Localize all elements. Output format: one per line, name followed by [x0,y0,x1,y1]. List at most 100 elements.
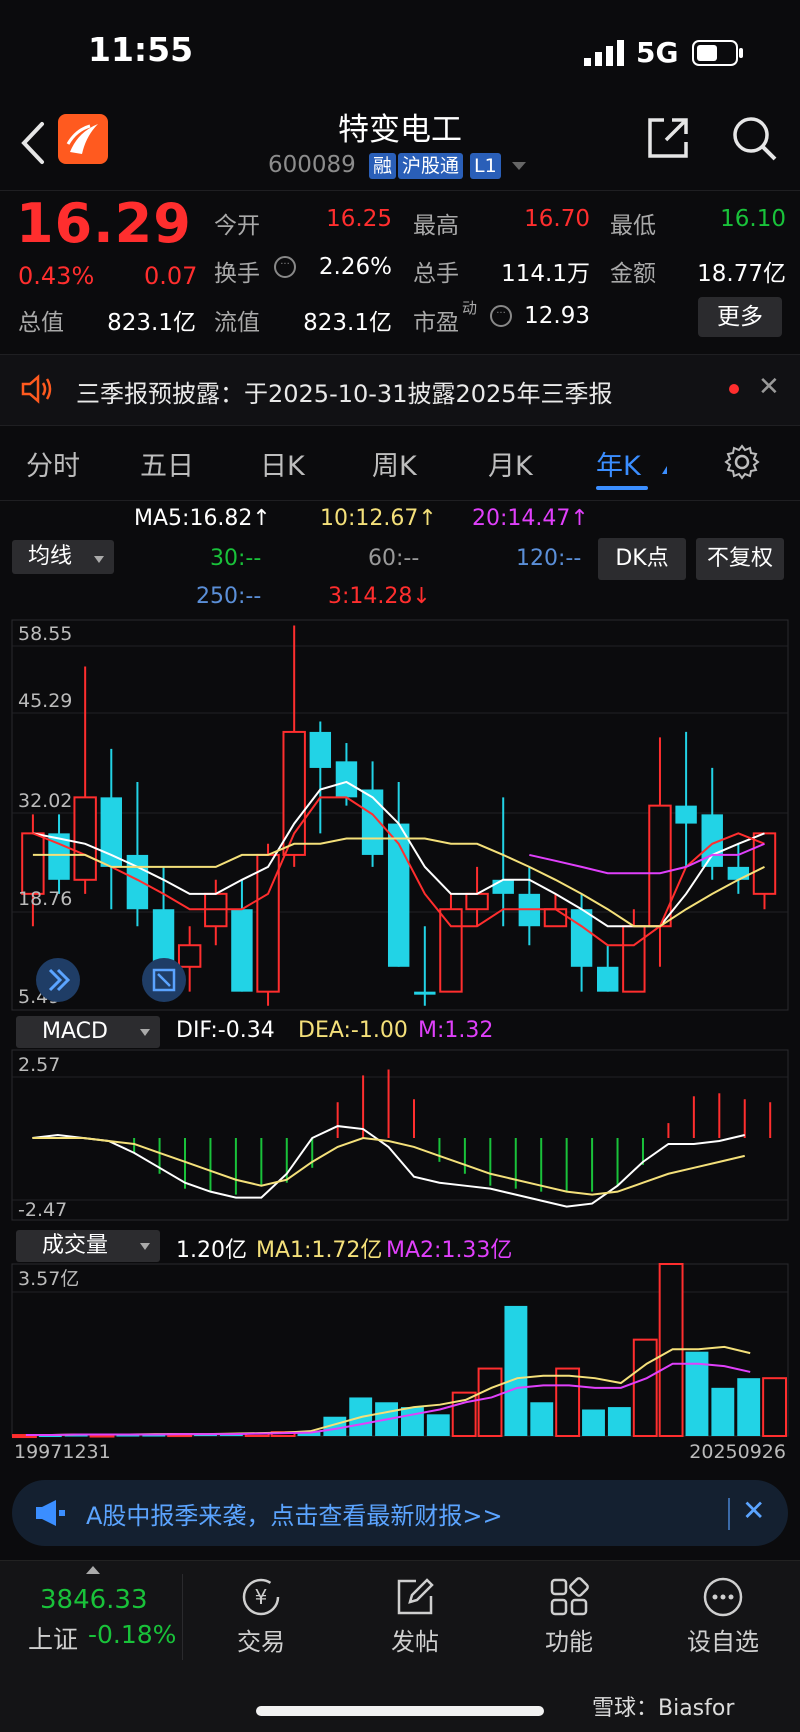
candle-body [622,925,646,993]
info-icon[interactable]: ··· [274,256,296,278]
volume-bar [632,1338,658,1438]
macd-select[interactable]: MACD [16,1016,160,1048]
total-cap-value: 823.1亿 [107,310,196,336]
candle-body [73,796,97,881]
speaker-icon [21,374,52,404]
candle-body [465,892,489,911]
search-icon[interactable] [730,114,778,162]
amount-label: 金额 [610,261,656,287]
expand-sidebar-button[interactable] [36,958,80,1002]
chevron-down-icon[interactable] [512,162,526,170]
volume-bar [555,1367,581,1438]
home-indicator[interactable] [256,1706,544,1716]
candle-body [492,879,514,894]
fullscreen-button[interactable] [142,958,186,1002]
ma10-label: 10:12.67↑ [320,506,437,531]
tab-five-day[interactable]: 五日 [140,444,194,483]
share-icon[interactable] [644,114,692,162]
candle-body [570,909,593,967]
megaphone-icon [36,1500,65,1526]
gear-icon[interactable] [724,444,760,480]
axis-tick: -2.47 [18,1199,67,1221]
candle-body [231,909,253,992]
index-name[interactable]: 上证 [28,1620,78,1656]
volume-ma2: MA2:1.33亿 [386,1238,513,1263]
volume-label: 总手 [413,261,459,287]
nav-functions[interactable]: 功能 [519,1622,619,1657]
volume-bar [582,1409,605,1436]
tab-intraday[interactable]: 分时 [26,444,80,483]
volume-bar [762,1377,788,1437]
index-change[interactable]: -0.18% [88,1620,176,1649]
candle-body [543,908,568,928]
trade-icon[interactable]: ¥ [240,1576,282,1618]
candle-body [21,832,45,895]
nav-post[interactable]: 发帖 [365,1622,465,1657]
ma60-label: 60:-- [368,546,420,571]
index-value[interactable]: 3846.33 [40,1585,148,1615]
volume-current: 1.20亿 [176,1238,247,1263]
watermark: 雪球：Biasfor [592,1696,735,1721]
dk-point-button[interactable]: DK点 [598,538,686,580]
chevron-down-icon [140,1029,150,1036]
volume-bar [477,1367,503,1438]
candle-body [727,866,750,880]
axis-tick: 45.29 [18,690,72,712]
tab-weekly-k[interactable]: 周K [372,444,417,483]
expand-icon [152,968,176,992]
compose-icon[interactable] [394,1576,436,1618]
high-label: 最高 [413,213,459,239]
ma120-label: 120:-- [516,546,582,571]
turnover-rate-label: 换手 [214,261,260,287]
signal-icon [584,40,624,66]
double-chevron-right-icon [48,968,71,992]
low-value: 16.10 [720,206,786,232]
volume-bar [737,1378,761,1436]
close-icon[interactable]: ✕ [742,1494,765,1527]
volume-ma1: MA1:1.72亿 [256,1238,383,1263]
unadjusted-button[interactable]: 不复权 [696,538,784,580]
candle-body [309,731,332,768]
indicator-select-value: 均线 [28,544,73,569]
candle-body [675,805,697,824]
chevron-down-icon [140,1243,150,1250]
tag-level: L1 [470,153,501,179]
more-button[interactable]: 更多 [698,297,782,337]
divider [182,1574,183,1660]
volume-select[interactable]: 成交量 [16,1230,160,1262]
tab-daily-k[interactable]: 日K [260,444,305,483]
ma30-label: 30:-- [210,546,262,571]
change-percent: 0.43% [18,262,95,290]
nav-customize-watchlist[interactable]: 设自选 [673,1622,773,1657]
unread-dot [729,384,739,394]
float-cap-label: 流值 [214,310,260,336]
tab-yearly-k[interactable]: 年K [596,444,641,483]
info-icon[interactable]: ··· [490,305,512,327]
macd-dif-line [32,1125,745,1208]
nav-trade[interactable]: 交易 [211,1622,311,1657]
notice-text[interactable]: 三季报预披露：于2025-10-31披露2025年三季报 [76,374,613,409]
amount-value: 18.77亿 [697,261,786,287]
high-value: 16.70 [524,206,590,232]
status-time: 11:55 [88,30,194,69]
volume-bar [607,1407,631,1436]
caret-up-icon[interactable] [86,1566,100,1574]
more-dots-icon[interactable] [702,1576,744,1618]
divider [0,190,800,191]
macd-select-value: MACD [42,1019,108,1044]
close-icon[interactable]: ✕ [758,372,780,402]
tag-connect: 沪股通 [398,153,464,179]
tab-monthly-k[interactable]: 月K [488,444,533,483]
turnover-rate-value: 2.26% [318,254,392,280]
banner-text[interactable]: A股中报季来袭，点击查看最新财报>> [86,1496,503,1531]
indicator-select[interactable]: 均线 [12,540,114,574]
volume-bar [426,1414,450,1436]
candle-body [414,991,436,995]
axis-tick: 2.57 [18,1054,60,1076]
tag-margin: 融 [369,153,397,179]
grid-icon[interactable] [548,1576,590,1618]
macd-dea: DEA:-1.00 [298,1018,408,1043]
volume-select-value: 成交量 [42,1233,109,1258]
active-tab-indicator [596,486,648,490]
axis-tick: 58.55 [18,623,72,645]
